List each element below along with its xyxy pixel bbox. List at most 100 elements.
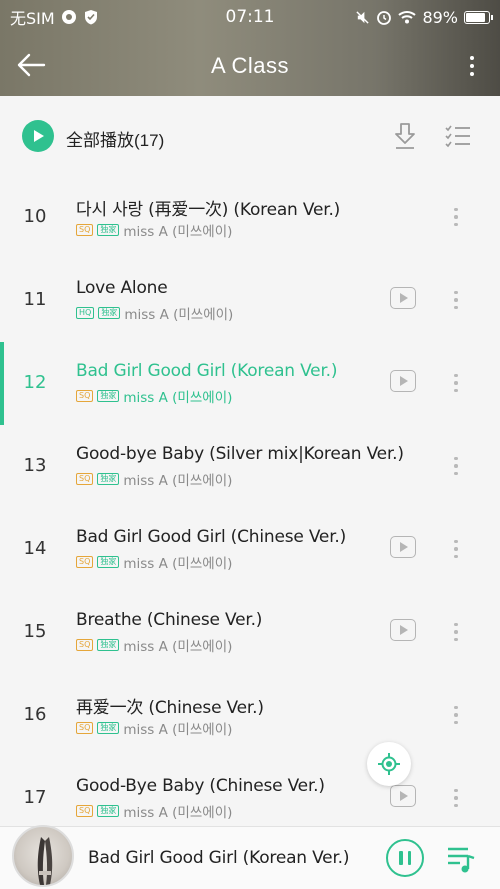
track-number: 12 [23, 372, 47, 393]
carrier-label: 无SIM [10, 9, 55, 28]
quality-badge: SQ [76, 224, 94, 236]
song-more-button[interactable] [446, 783, 466, 813]
song-title: Good-bye Baby (Silver mix|Korean Ver.) [76, 444, 404, 464]
more-vertical-icon [454, 539, 458, 544]
locate-current-button[interactable] [367, 742, 411, 786]
song-row[interactable]: 13 Good-bye Baby (Silver mix|Korean Ver.… [0, 425, 500, 508]
song-list: 10 다시 사랑 (再爱一次) (Korean Ver.) SQ 独家 miss… [0, 176, 500, 840]
pause-button[interactable] [386, 839, 424, 877]
more-vertical-icon [454, 373, 458, 378]
locate-icon [378, 753, 400, 775]
battery-icon [464, 10, 493, 24]
now-playing-title[interactable]: Bad Girl Good Girl (Korean Ver.) [88, 848, 350, 868]
mv-icon [400, 293, 408, 303]
song-title: Love Alone [76, 278, 168, 298]
status-right: 89% [355, 7, 493, 27]
mv-play-button[interactable] [390, 287, 416, 309]
song-meta: SQ 独家 miss A (미쓰에이) [76, 552, 232, 572]
header: 无SIM 07:11 89% A Class [0, 0, 500, 96]
song-row[interactable]: 14 Bad Girl Good Girl (Chinese Ver.) SQ … [0, 508, 500, 591]
mv-play-button[interactable] [390, 619, 416, 641]
quality-badge: SQ [76, 473, 94, 485]
song-meta: HQ 独家 miss A (미쓰에이) [76, 303, 233, 323]
song-more-button[interactable] [446, 617, 466, 647]
wifi-icon [398, 11, 417, 24]
nav-bar: A Class [0, 38, 500, 94]
more-options-button[interactable] [462, 50, 482, 82]
song-meta: SQ 独家 miss A (미쓰에이) [76, 220, 232, 240]
multiselect-list-icon[interactable] [444, 124, 472, 148]
song-more-button[interactable] [446, 202, 466, 232]
song-title: Bad Girl Good Girl (Korean Ver.) [76, 361, 338, 381]
mv-play-button[interactable] [390, 785, 416, 807]
play-all-label[interactable]: 全部播放(17) [66, 126, 164, 151]
mv-icon [400, 791, 408, 801]
mv-icon [400, 376, 408, 386]
cover-art [37, 837, 53, 885]
mv-play-button[interactable] [390, 536, 416, 558]
song-title: 再爱一次 (Chinese Ver.) [76, 698, 264, 718]
more-vertical-icon [454, 456, 458, 461]
song-more-button[interactable] [446, 368, 466, 398]
mv-icon [400, 625, 408, 635]
track-number: 13 [23, 455, 47, 476]
exclusive-badge: 独家 [97, 224, 120, 236]
quality-badge: HQ [76, 307, 95, 319]
mv-play-button[interactable] [390, 370, 416, 392]
mute-icon [356, 10, 370, 24]
song-meta: SQ 独家 miss A (미쓰에이) [76, 386, 232, 406]
track-number: 16 [23, 704, 47, 725]
song-meta: SQ 独家 miss A (미쓰에이) [76, 718, 232, 738]
artist-name: miss A (미쓰에이) [123, 639, 233, 655]
song-more-button[interactable] [446, 534, 466, 564]
exclusive-badge: 独家 [97, 556, 120, 568]
song-row[interactable]: 15 Breathe (Chinese Ver.) SQ 独家 miss A (… [0, 591, 500, 674]
pause-icon [399, 851, 403, 865]
song-title: Good-Bye Baby (Chinese Ver.) [76, 776, 325, 796]
track-number: 15 [23, 621, 47, 642]
song-row[interactable]: 10 다시 사랑 (再爱一次) (Korean Ver.) SQ 独家 miss… [0, 176, 500, 259]
song-title: Bad Girl Good Girl (Chinese Ver.) [76, 527, 347, 547]
alarm-icon [377, 11, 392, 25]
song-row[interactable]: 12 Bad Girl Good Girl (Korean Ver.) SQ 独… [0, 342, 500, 425]
track-number: 17 [23, 787, 47, 808]
more-vertical-icon [454, 705, 458, 710]
play-icon [34, 130, 44, 142]
exclusive-badge: 独家 [97, 805, 120, 817]
song-meta: SQ 独家 miss A (미쓰에이) [76, 635, 232, 655]
back-button[interactable] [14, 48, 48, 82]
shield-icon [84, 10, 97, 25]
artist-name: miss A (미쓰에이) [123, 224, 233, 240]
mini-player[interactable]: Bad Girl Good Girl (Korean Ver.) [0, 825, 500, 889]
exclusive-badge: 独家 [98, 307, 121, 319]
status-left: 无SIM [10, 5, 99, 29]
battery-percent: 89% [422, 7, 458, 27]
playlist-icon[interactable] [446, 843, 476, 873]
download-icon[interactable] [392, 122, 418, 150]
song-more-button[interactable] [446, 700, 466, 730]
track-number: 10 [23, 206, 47, 227]
play-all-bar: 全部播放(17) [0, 96, 500, 176]
more-vertical-icon [454, 207, 458, 212]
song-row[interactable]: 16 再爱一次 (Chinese Ver.) SQ 独家 miss A (미쓰에… [0, 674, 500, 757]
quality-badge: SQ [76, 805, 94, 817]
play-all-button[interactable] [22, 120, 54, 152]
exclusive-badge: 独家 [97, 639, 120, 651]
artist-name: miss A (미쓰에이) [123, 473, 233, 489]
song-row[interactable]: 11 Love Alone HQ 独家 miss A (미쓰에이) [0, 259, 500, 342]
album-cover[interactable] [12, 825, 74, 887]
song-more-button[interactable] [446, 285, 466, 315]
artist-name: miss A (미쓰에이) [123, 390, 233, 406]
battery-fill [466, 12, 486, 22]
quality-badge: SQ [76, 639, 94, 651]
track-number: 11 [23, 289, 47, 310]
more-vertical-icon [454, 788, 458, 793]
song-more-button[interactable] [446, 451, 466, 481]
song-meta: SQ 独家 miss A (미쓰에이) [76, 801, 232, 821]
song-title: Breathe (Chinese Ver.) [76, 610, 263, 630]
back-arrow-icon [17, 53, 46, 77]
privacy-icon [61, 10, 76, 24]
artist-name: miss A (미쓰에이) [123, 556, 233, 572]
song-title: 다시 사랑 (再爱一次) (Korean Ver.) [76, 200, 341, 220]
more-vertical-icon [470, 56, 474, 60]
